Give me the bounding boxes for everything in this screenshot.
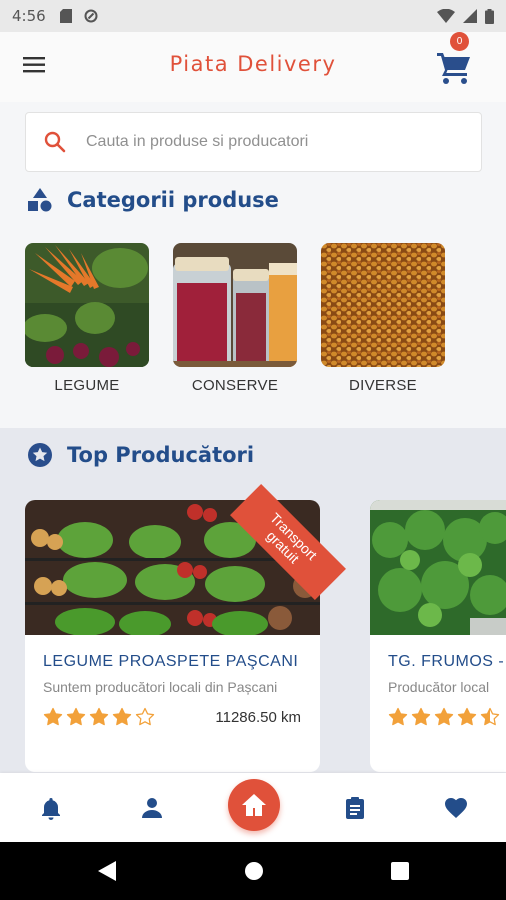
search-input[interactable] <box>86 133 446 151</box>
category-image <box>25 243 149 367</box>
home-icon <box>242 794 266 816</box>
star-icon <box>411 707 431 726</box>
category-label: DIVERSE <box>349 377 417 394</box>
star-icon <box>89 707 109 726</box>
category-shapes-icon <box>28 188 52 212</box>
producer-rating-row <box>388 707 506 727</box>
app-bar: Piata Delivery <box>0 32 506 102</box>
star-icon <box>434 707 454 726</box>
producer-card[interactable]: TG. FRUMOS - Producător local <box>370 500 506 772</box>
producers-header: Top Producători <box>27 442 254 468</box>
star-icon <box>43 707 63 726</box>
category-label: LEGUME <box>54 377 120 394</box>
notifications-bell-icon[interactable] <box>38 795 64 821</box>
producer-description: Suntem producători locali din Pașcani <box>43 679 278 695</box>
search-bar[interactable] <box>25 112 482 172</box>
favorites-heart-icon[interactable] <box>443 795 469 821</box>
status-bar: 4:56 <box>0 0 506 32</box>
profile-person-icon[interactable] <box>139 795 165 821</box>
home-button[interactable] <box>228 779 280 831</box>
categories-list: LEGUME CONSERVE DIVERSE <box>25 243 445 394</box>
signal-icon <box>463 9 477 23</box>
star-icon <box>135 707 155 726</box>
star-icon <box>457 707 477 726</box>
system-navigation-bar <box>0 842 506 900</box>
wifi-icon <box>437 9 455 23</box>
category-image <box>321 243 445 367</box>
producer-description: Producător local <box>388 679 490 695</box>
sd-card-icon <box>59 9 72 23</box>
battery-icon <box>485 8 494 24</box>
category-diverse[interactable]: DIVERSE <box>321 243 445 394</box>
home-circle-icon[interactable] <box>243 860 265 882</box>
status-time: 4:56 <box>12 7 46 25</box>
producer-rating-row: 11286.50 km <box>43 707 301 727</box>
star-icon <box>112 707 132 726</box>
recents-square-icon[interactable] <box>390 861 410 881</box>
producer-distance: 11286.50 km <box>215 708 301 726</box>
producer-photo <box>370 500 506 635</box>
categories-header: Categorii produse <box>27 187 279 213</box>
producer-name: LEGUME PROASPETE PAŞCANI <box>43 653 299 670</box>
producers-title: Top Producători <box>67 443 255 467</box>
star-icon <box>480 707 500 726</box>
app-title: Piata Delivery <box>169 52 337 76</box>
rating-stars <box>43 707 155 727</box>
star-icon <box>66 707 86 726</box>
search-icon <box>44 131 66 153</box>
orders-clipboard-icon[interactable] <box>342 795 368 821</box>
producer-name: TG. FRUMOS - <box>388 653 505 670</box>
star-icon <box>388 707 408 726</box>
cart-count-badge: 0 <box>450 32 469 51</box>
category-image <box>173 243 297 367</box>
star-badge-icon <box>28 443 52 467</box>
category-conserve[interactable]: CONSERVE <box>173 243 297 394</box>
back-icon[interactable] <box>96 859 118 883</box>
categories-title: Categorii produse <box>67 188 279 212</box>
category-legume[interactable]: LEGUME <box>25 243 149 394</box>
data-saver-icon <box>84 9 98 23</box>
category-label: CONSERVE <box>191 377 279 394</box>
rating-stars <box>388 707 500 727</box>
shopping-cart-icon[interactable] <box>434 48 474 88</box>
